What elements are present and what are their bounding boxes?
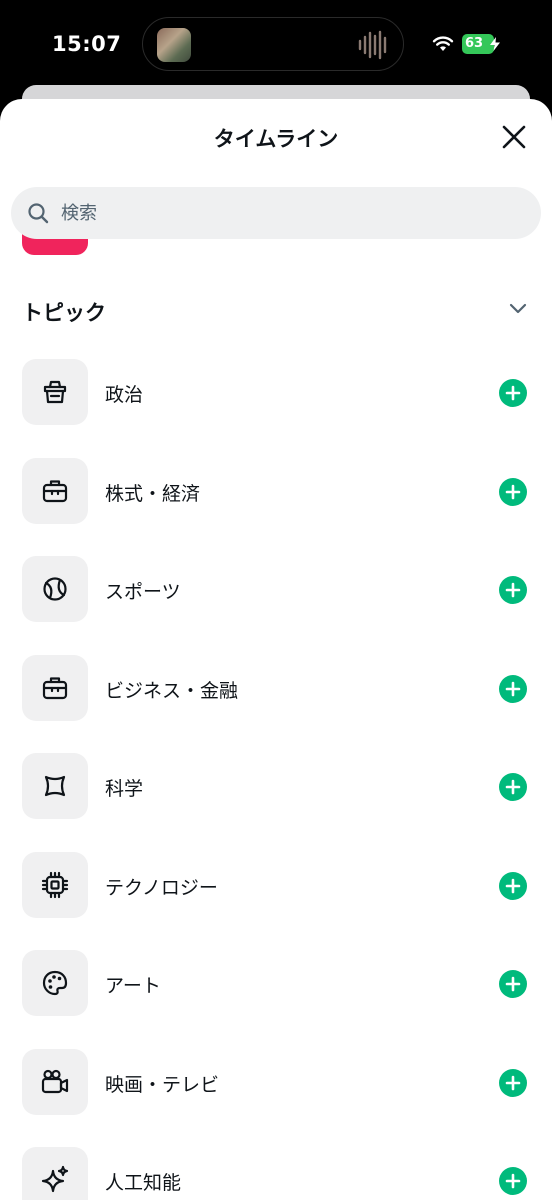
add-topic-button[interactable] [499,970,527,998]
plus-icon [505,976,521,992]
topic-row[interactable]: 人工知能 [0,1147,552,1200]
status-time: 15:07 [52,32,122,56]
add-topic-button[interactable] [499,871,527,900]
search-input[interactable] [61,202,501,224]
topic-label: 政治 [105,384,144,406]
chip-icon [41,871,69,898]
topic-label: 株式・経済 [105,482,201,505]
topic-label: ビジネス・金融 [105,679,239,702]
charging-bolt-icon [490,37,500,51]
status-bar: 15:07 63 [0,0,552,90]
add-topic-button[interactable] [499,674,527,703]
topic-icon-container [22,1147,88,1200]
topic-row[interactable]: 政治 [0,359,552,458]
add-topic-button[interactable] [499,477,527,506]
search-icon [28,203,49,224]
briefcase-icon [42,479,68,502]
battery-indicator: 63 [462,34,500,54]
topic-label: スポーツ [105,581,181,603]
topic-icon-container [22,950,88,1016]
topics-section-header[interactable]: トピック [22,297,532,327]
topic-label: テクノロジー [105,876,218,899]
chevron-down-icon [509,303,527,314]
atom-icon [44,775,66,797]
section-title: トピック [22,301,106,325]
sheet-title: タイムライン [213,127,339,151]
topic-row[interactable]: 株式・経済 [0,457,552,557]
briefcase-icon [42,676,68,699]
topic-row[interactable]: 映画・テレビ [0,1048,552,1148]
topic-icon-container [22,457,88,524]
topic-row[interactable]: 科学 [0,753,552,852]
topic-label: アート [105,975,161,997]
plus-icon [505,878,521,893]
sparkle-icon [41,1165,69,1193]
dynamic-island[interactable] [142,17,404,71]
topic-list: 政治 株式・経済 スポーツ ビジネス・金融 科学 テクノロジー アート 映画・テ… [0,359,552,1200]
topic-icon-container [22,851,88,918]
audio-waveform-icon [358,30,387,60]
add-topic-button[interactable] [499,379,527,407]
plus-icon [505,681,521,696]
plus-icon [505,582,521,598]
add-topic-button[interactable] [499,773,527,801]
topic-row[interactable]: スポーツ [0,556,552,655]
topic-icon-container [22,556,88,622]
topic-icon-container [22,359,88,425]
plus-icon [505,385,521,401]
tennis-ball-icon [43,577,67,601]
plus-icon [505,1075,521,1090]
topic-label: 人工知能 [105,1172,182,1194]
topic-row[interactable]: アート [0,950,552,1049]
ballot-box-icon [43,380,67,404]
topic-icon-container [22,1048,88,1115]
add-topic-button[interactable] [499,1068,527,1097]
search-bar[interactable] [11,187,541,239]
timeline-sheet: タイムライン トピック [0,99,552,1200]
wifi-icon [432,36,454,51]
topic-row[interactable]: ビジネス・金融 [0,654,552,754]
add-topic-button[interactable] [499,576,527,604]
topic-label: 科学 [105,778,144,800]
plus-icon [505,484,521,499]
palette-icon [42,970,68,996]
plus-icon [505,1173,521,1189]
video-camera-icon [41,1069,69,1093]
now-playing-artwork [157,28,191,62]
plus-icon [505,779,521,795]
topic-row[interactable]: テクノロジー [0,851,552,951]
add-topic-button[interactable] [499,1167,527,1195]
topic-icon-container [22,753,88,819]
topic-icon-container [22,654,88,721]
topic-label: 映画・テレビ [105,1073,220,1096]
close-icon[interactable] [500,123,528,151]
